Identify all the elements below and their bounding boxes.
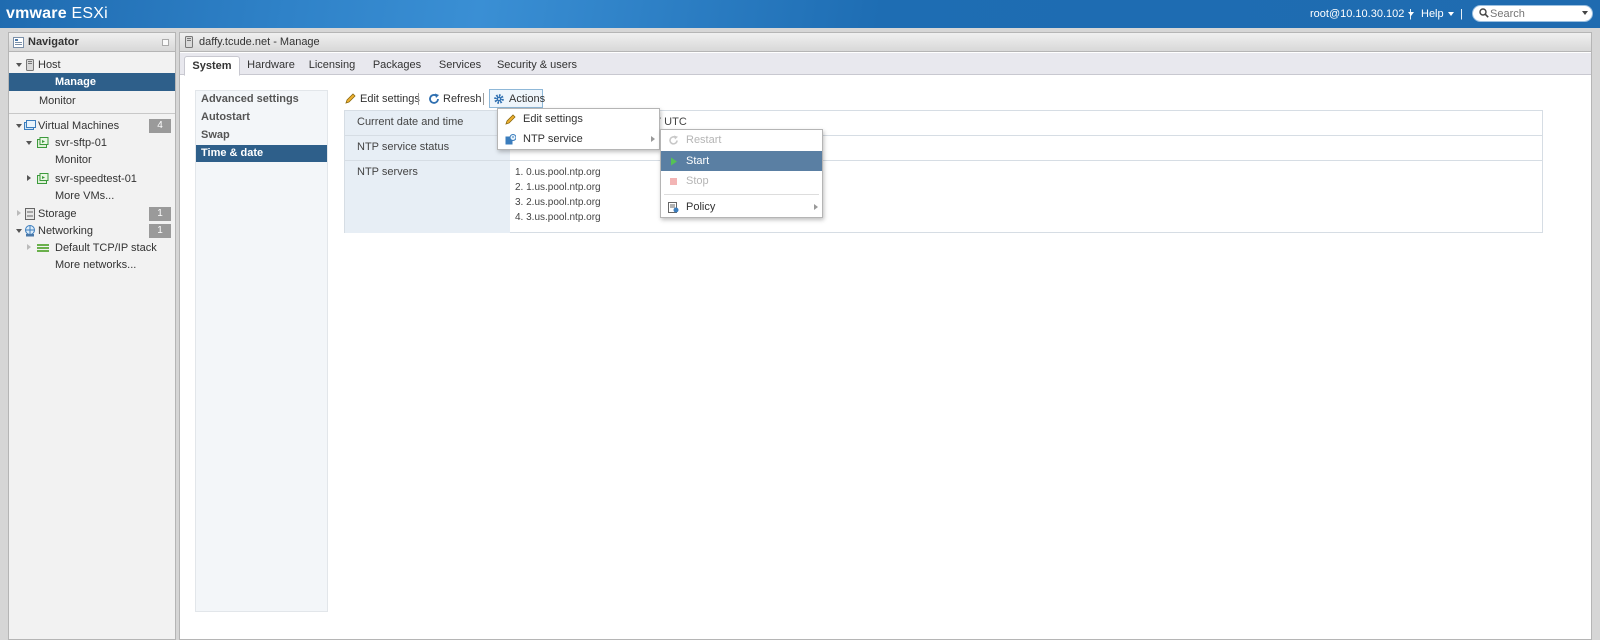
host-icon: [185, 36, 193, 48]
expand-icon[interactable]: [27, 175, 31, 181]
tab-security-users[interactable]: Security & users: [496, 56, 578, 75]
ntp-service-submenu: Restart Start Stop Policy: [660, 129, 823, 218]
nav-item-networking[interactable]: Networking 1: [9, 222, 175, 240]
expand-icon[interactable]: [27, 244, 31, 250]
policy-icon: [668, 202, 679, 213]
tab-services[interactable]: Services: [434, 56, 486, 75]
separator: |: [1460, 8, 1463, 20]
nav-item-more-vms[interactable]: More VMs...: [9, 187, 175, 205]
nav-item-svr-speedtest-01[interactable]: svr-speedtest-01: [9, 170, 175, 188]
subnav-time-date[interactable]: Time & date: [196, 145, 327, 162]
vm-icon: [37, 173, 49, 184]
expand-icon[interactable]: [17, 210, 21, 216]
restart-icon: [669, 135, 678, 145]
nav-item-storage[interactable]: Storage 1: [9, 205, 175, 223]
actions-button[interactable]: Actions: [489, 89, 545, 108]
play-icon: [671, 157, 677, 166]
nav-item-host[interactable]: Host: [9, 56, 175, 74]
storage-count-badge: 1: [149, 207, 171, 221]
separator: |: [1409, 8, 1412, 20]
search-box[interactable]: [1472, 5, 1593, 22]
edit-settings-button[interactable]: Edit settings: [345, 91, 420, 107]
expand-icon[interactable]: [26, 141, 32, 145]
pencil-icon: [345, 93, 356, 104]
nav-item-monitor[interactable]: Monitor: [9, 92, 175, 110]
host-icon: [26, 59, 34, 71]
nav-item-svr-sftp-01[interactable]: svr-sftp-01: [9, 134, 175, 152]
actions-menu: Edit settings NTP service: [497, 108, 660, 150]
gear-icon: [494, 94, 504, 104]
menu-item-ntp-service[interactable]: NTP service: [498, 129, 659, 149]
pencil-icon: [505, 114, 516, 125]
nav-item-manage[interactable]: Manage: [9, 73, 175, 91]
collapse-icon[interactable]: [162, 39, 169, 46]
menu-divider: [664, 194, 819, 195]
tab-bar: System Hardware Licensing Packages Servi…: [180, 53, 1591, 76]
refresh-icon: [429, 93, 439, 104]
navigator-panel: Navigator Host Manage Monitor Virtual Ma…: [8, 32, 176, 640]
chevron-right-icon: [814, 204, 818, 210]
help-menu[interactable]: Help: [1421, 8, 1454, 20]
tab-licensing[interactable]: Licensing: [306, 56, 358, 75]
help-menu-label: Help: [1421, 8, 1444, 20]
expand-icon[interactable]: [16, 229, 22, 233]
menu-item-stop[interactable]: Stop: [661, 171, 822, 191]
refresh-button[interactable]: Refresh: [428, 91, 482, 107]
nav-item-more-networks[interactable]: More networks...: [9, 256, 175, 274]
chevron-down-icon: [1447, 12, 1454, 17]
tcpip-stack-icon: [37, 244, 49, 252]
vmware-esxi-logo[interactable]: vmware ESXi: [6, 5, 108, 23]
menu-item-restart[interactable]: Restart: [661, 130, 822, 150]
chevron-down-icon[interactable]: [1582, 11, 1588, 15]
expand-icon[interactable]: [16, 63, 22, 67]
virtual-machines-icon: [24, 120, 36, 130]
navigator-icon: [13, 37, 24, 48]
nav-item-default-tcpip-stack[interactable]: Default TCP/IP stack: [9, 239, 175, 257]
separator: [483, 93, 484, 105]
ntp-server: 3. 2.us.pool.ntp.org: [515, 197, 601, 208]
networking-count-badge: 1: [149, 224, 171, 238]
subnav-advanced-settings[interactable]: Advanced settings: [196, 91, 327, 108]
ntp-server: 4. 3.us.pool.ntp.org: [515, 212, 601, 223]
tab-system[interactable]: System: [184, 56, 240, 76]
tab-hardware[interactable]: Hardware: [244, 56, 298, 75]
ntp-server: 2. 1.us.pool.ntp.org: [515, 182, 601, 193]
page-title: daffy.tcude.net - Manage: [199, 36, 320, 48]
vm-icon: [37, 137, 49, 148]
subnav-autostart[interactable]: Autostart: [196, 109, 327, 126]
user-menu-label: root@10.10.30.102: [1310, 8, 1405, 20]
search-icon: [1479, 8, 1489, 18]
ntp-server: 1. 0.us.pool.ntp.org: [515, 167, 601, 178]
navigator-title: Navigator: [28, 36, 79, 48]
divider: [9, 113, 175, 114]
table-row: NTP servers 1. 0.us.pool.ntp.org 2. 1.us…: [345, 161, 1542, 233]
main-header: daffy.tcude.net - Manage: [180, 33, 1591, 52]
networking-icon: [25, 225, 35, 237]
chevron-right-icon: [651, 136, 655, 142]
vm-count-badge: 4: [149, 119, 171, 133]
storage-icon: [25, 208, 35, 220]
separator: [418, 93, 419, 105]
stop-icon: [670, 178, 677, 185]
expand-icon[interactable]: [16, 124, 22, 128]
user-menu[interactable]: root@10.10.30.102: [1310, 8, 1415, 20]
search-input[interactable]: [1490, 7, 1578, 20]
system-subnav: Advanced settings Autostart Swap Time & …: [195, 90, 328, 612]
subnav-swap[interactable]: Swap: [196, 127, 327, 144]
row-label: Current date and time: [345, 111, 510, 135]
navigator-header: Navigator: [9, 33, 175, 52]
menu-item-edit-settings[interactable]: Edit settings: [498, 109, 659, 129]
row-label: NTP servers: [345, 161, 510, 233]
main-panel: daffy.tcude.net - Manage System Hardware…: [179, 32, 1592, 640]
row-label: NTP service status: [345, 136, 510, 160]
menu-item-policy[interactable]: Policy: [661, 197, 822, 217]
top-bar: vmware ESXi root@10.10.30.102 | Help |: [0, 0, 1600, 28]
nav-item-vm-monitor[interactable]: Monitor: [9, 151, 175, 169]
menu-item-start[interactable]: Start: [661, 151, 822, 171]
ntp-service-icon: [505, 134, 516, 145]
tab-packages[interactable]: Packages: [370, 56, 424, 75]
nav-item-virtual-machines[interactable]: Virtual Machines 4: [9, 117, 175, 135]
